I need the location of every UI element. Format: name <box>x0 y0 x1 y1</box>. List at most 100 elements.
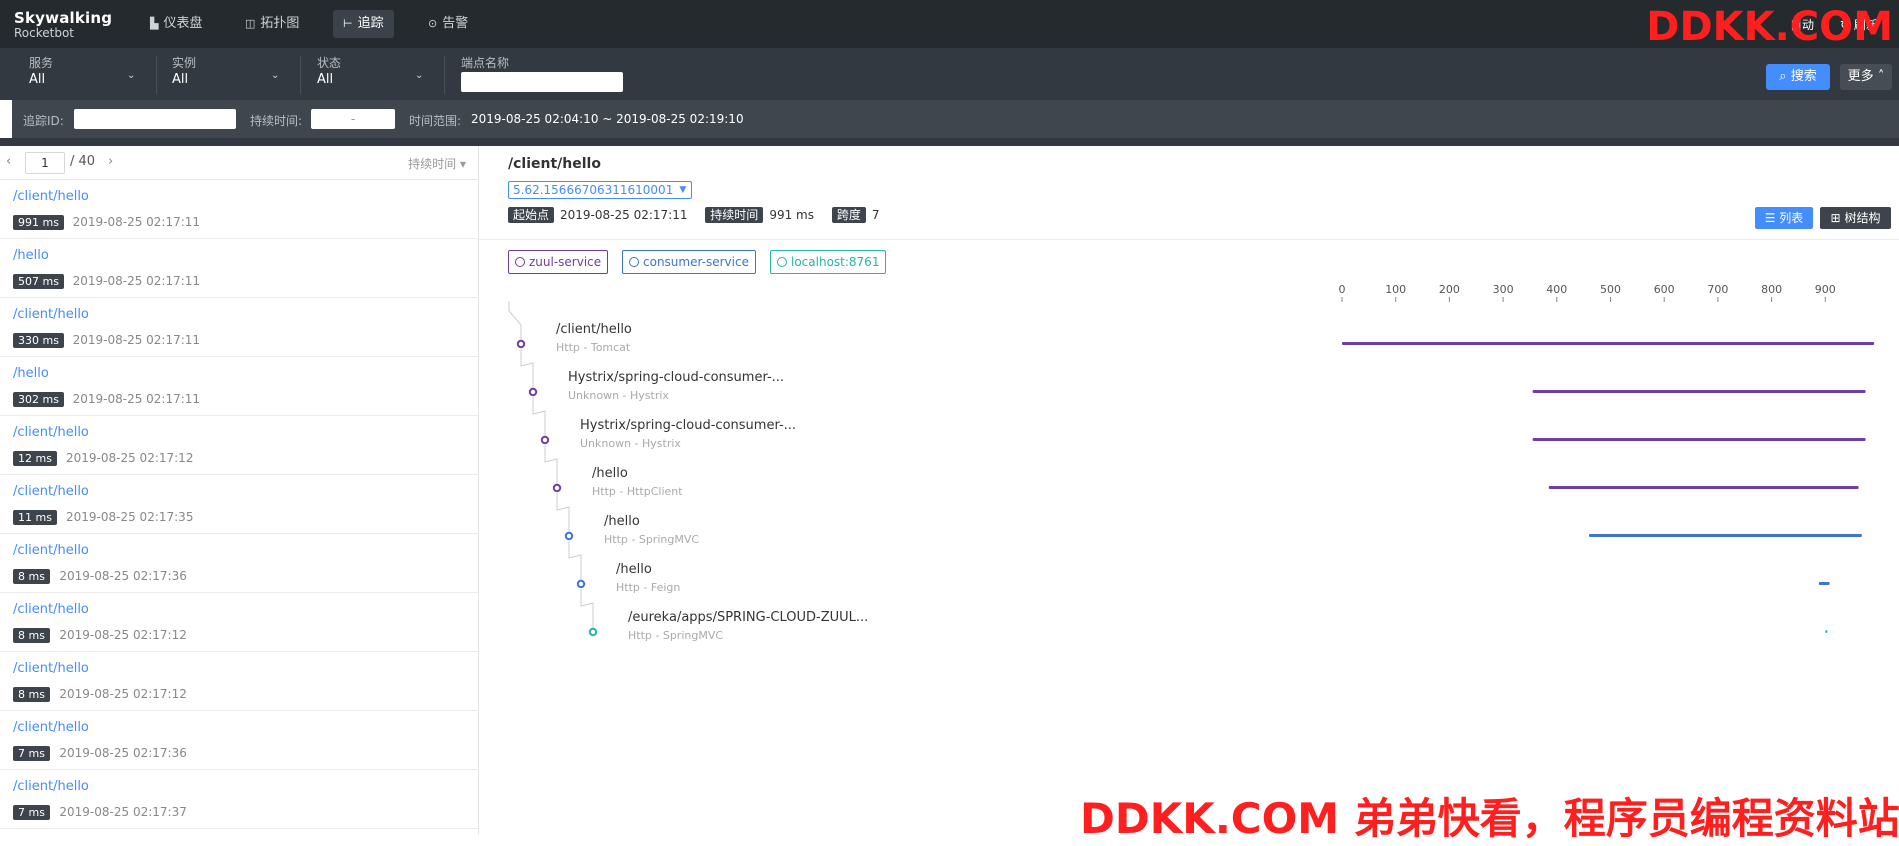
list-view-button[interactable]: ☰ 列表 <box>1755 207 1813 229</box>
top-nav: Skywalking Rocketbot ▙ 仪表盘 ◫ 拓扑图 ⊢ 追踪 ⊙ 告警 自… <box>0 0 1899 48</box>
axis-tick-label: 600 <box>1654 283 1675 296</box>
trace-list-item[interactable]: /client/hello 11 ms 2019-08-25 02:17:35 <box>0 475 478 534</box>
logo[interactable]: Skywalking Rocketbot <box>14 9 112 40</box>
alarm-icon: ⊙ <box>428 17 438 30</box>
trace-endpoint[interactable]: /client/hello <box>13 189 89 204</box>
duration-badge: 7 ms <box>13 805 50 820</box>
axis-tick-label: 400 <box>1546 283 1567 296</box>
trace-endpoint[interactable]: /client/hello <box>13 720 89 735</box>
trace-endpoint[interactable]: /client/hello <box>13 484 89 499</box>
span-value: 7 <box>871 208 880 222</box>
trace-list-item[interactable]: /client/hello 991 ms 2019-08-25 02:17:11 <box>0 180 478 239</box>
span-connector <box>544 445 558 485</box>
nav-item-trace[interactable]: ⊢ 追踪 <box>333 10 394 38</box>
list-label: 列表 <box>1779 211 1804 225</box>
trace-endpoint[interactable]: /client/hello <box>13 425 89 440</box>
nav-item-label: 追踪 <box>357 16 384 31</box>
duration-input[interactable]: - <box>311 109 395 129</box>
duration-label: 持续时间: <box>250 114 303 128</box>
nav-item-dashboard[interactable]: ▙ 仪表盘 <box>140 10 212 38</box>
trace-endpoint[interactable]: /client/hello <box>13 602 89 617</box>
span-bar <box>1342 342 1875 345</box>
trace-list-item[interactable]: /client/hello 7 ms 2019-08-25 02:17:36 <box>0 711 478 770</box>
search-button[interactable]: ⌕ 搜索 <box>1766 64 1830 90</box>
service-name: consumer-service <box>643 255 749 269</box>
trace-time: 2019-08-25 02:17:12 <box>59 687 187 701</box>
span-node <box>528 387 538 397</box>
page-input[interactable]: 1 <box>25 152 65 174</box>
span-node <box>516 339 526 349</box>
service-legend-item[interactable]: zuul-service <box>508 250 609 274</box>
duration-tag: 持续时间 <box>705 207 764 223</box>
trace-time: 2019-08-25 02:17:37 <box>59 805 187 819</box>
trace-list-item[interactable]: /client/hello 8 ms 2019-08-25 02:17:36 <box>0 534 478 593</box>
time-range-value[interactable]: 2019-08-25 02:04:10 ~ 2019-08-25 02:19:1… <box>471 112 744 126</box>
more-label: 更多 <box>1847 69 1874 84</box>
circle-icon <box>777 257 787 267</box>
chevron-up-icon: ˄ <box>1877 69 1885 84</box>
duration-badge: 330 ms <box>13 333 64 348</box>
page-total: / 40 <box>70 154 96 169</box>
trace-time: 2019-08-25 02:17:12 <box>66 451 194 465</box>
trace-list-item[interactable]: /hello 302 ms 2019-08-25 02:17:11 <box>0 357 478 416</box>
axis-tick-label: 0 <box>1339 283 1346 296</box>
trace-endpoint[interactable]: /client/hello <box>13 307 89 322</box>
trace-icon: ⊢ <box>343 17 353 30</box>
nav-item-alarm[interactable]: ⊙ 告警 <box>418 10 478 38</box>
instance-label: 实例 <box>172 56 197 70</box>
trace-title: /client/hello <box>508 156 601 172</box>
service-legend-item[interactable]: localhost:8761 <box>770 250 887 274</box>
nav-item-label: 仪表盘 <box>163 16 203 31</box>
trace-id-input[interactable] <box>74 109 236 129</box>
trace-list-item[interactable]: /client/hello 8 ms 2019-08-25 02:17:12 <box>0 652 478 711</box>
start-tag: 起始点 <box>508 207 555 223</box>
trace-list-item[interactable]: /hello 507 ms 2019-08-25 02:17:11 <box>0 239 478 298</box>
trace-endpoint[interactable]: /hello <box>13 248 49 263</box>
divider <box>156 56 157 94</box>
chevron-down-icon[interactable]: ⌄ <box>415 70 423 81</box>
duration-badge: 8 ms <box>13 569 50 584</box>
span-component: Http - HttpClient <box>592 485 683 498</box>
trace-detail-panel: /client/hello 5.62.15666706311610001 ▼ 起始… <box>479 146 1899 834</box>
circle-icon <box>515 257 525 267</box>
nav-item-label: 告警 <box>442 16 469 31</box>
duration-badge: 7 ms <box>13 746 50 761</box>
service-legend-item[interactable]: consumer-service <box>622 250 756 274</box>
span-component: Http - SpringMVC <box>604 533 699 546</box>
chevron-down-icon[interactable]: ⌄ <box>127 70 135 81</box>
pagination: ‹ 1 / 40 › 持续时间 ▾ <box>0 146 478 180</box>
trace-list-item[interactable]: /client/hello 330 ms 2019-08-25 02:17:11 <box>0 298 478 357</box>
chevron-down-icon[interactable]: ⌄ <box>271 70 279 81</box>
axis-tick-label: 800 <box>1761 283 1782 296</box>
trace-list-item[interactable]: /client/hello 12 ms 2019-08-25 02:17:12 <box>0 416 478 475</box>
trace-endpoint[interactable]: /client/hello <box>13 779 89 794</box>
nav-item-topology[interactable]: ◫ 拓扑图 <box>235 10 309 38</box>
watermark-bottom: DDKK.COM 弟弟快看，程序员编程资料站 <box>1080 794 1899 843</box>
span-component: Unknown - Hystrix <box>580 437 681 450</box>
search-icon: ⌕ <box>1779 69 1787 84</box>
trace-endpoint[interactable]: /hello <box>13 366 49 381</box>
trace-endpoint[interactable]: /client/hello <box>13 661 89 676</box>
chevron-left-icon[interactable]: ‹ <box>6 154 11 169</box>
trace-list-item[interactable]: /client/hello 7 ms 2019-08-25 02:17:37 <box>0 770 478 829</box>
service-label: 服务 <box>29 56 54 70</box>
trace-time: 2019-08-25 02:17:11 <box>72 392 201 406</box>
trace-endpoint[interactable]: /client/hello <box>13 543 89 558</box>
span-name: /hello <box>604 514 640 529</box>
span-name: Hystrix/spring-cloud-consumer-... <box>568 370 784 385</box>
trace-time: 2019-08-25 02:17:11 <box>72 274 201 288</box>
tree-view-button[interactable]: ⊞ 树结构 <box>1820 207 1891 229</box>
trace-list-item[interactable]: /client/hello 8 ms 2019-08-25 02:17:12 <box>0 593 478 652</box>
divider <box>0 138 1899 146</box>
more-button[interactable]: 更多 ˄ <box>1840 64 1892 90</box>
span-bar <box>1548 486 1859 489</box>
instance-select[interactable]: 实例 All <box>172 54 282 87</box>
sort-select[interactable]: 持续时间 ▾ <box>408 155 466 172</box>
service-value: All <box>29 72 46 87</box>
chevron-right-icon[interactable]: › <box>108 154 113 169</box>
instance-value: All <box>172 72 189 87</box>
trace-id-select[interactable]: 5.62.15666706311610001 ▼ <box>508 181 693 199</box>
service-select[interactable]: 服务 All <box>29 54 139 87</box>
endpoint-input[interactable] <box>461 72 623 92</box>
status-select[interactable]: 状态 All <box>317 54 427 87</box>
